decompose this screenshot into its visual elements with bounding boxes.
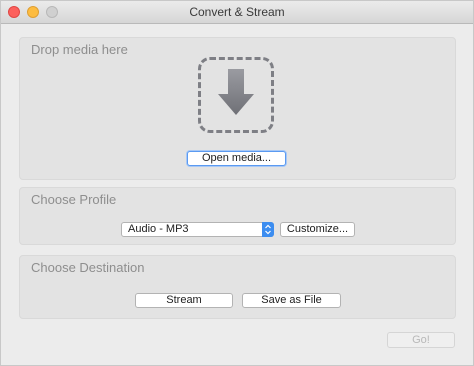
stream-button[interactable]: Stream	[135, 293, 233, 308]
open-media-button[interactable]: Open media...	[187, 151, 286, 166]
drop-zone[interactable]	[198, 57, 274, 133]
choose-profile-panel: Choose Profile Audio - MP3 Customize...	[19, 187, 456, 245]
drop-media-panel[interactable]: Drop media here Open media...	[19, 37, 456, 180]
profile-select[interactable]: Audio - MP3	[121, 222, 274, 237]
title-bar[interactable]: Convert & Stream	[1, 1, 473, 24]
choose-destination-heading: Choose Destination	[31, 260, 145, 275]
save-as-file-button[interactable]: Save as File	[242, 293, 341, 308]
customize-button[interactable]: Customize...	[280, 222, 355, 237]
choose-destination-panel: Choose Destination Stream Save as File	[19, 255, 456, 319]
convert-stream-window: Convert & Stream Drop media here Open me…	[0, 0, 474, 366]
choose-profile-heading: Choose Profile	[31, 192, 117, 207]
window-title: Convert & Stream	[189, 5, 285, 19]
download-arrow-icon	[218, 69, 254, 115]
profile-select-value: Audio - MP3	[128, 223, 189, 235]
drop-media-heading: Drop media here	[31, 42, 128, 57]
select-arrows-icon[interactable]	[262, 222, 274, 237]
go-button[interactable]: Go!	[387, 332, 455, 348]
